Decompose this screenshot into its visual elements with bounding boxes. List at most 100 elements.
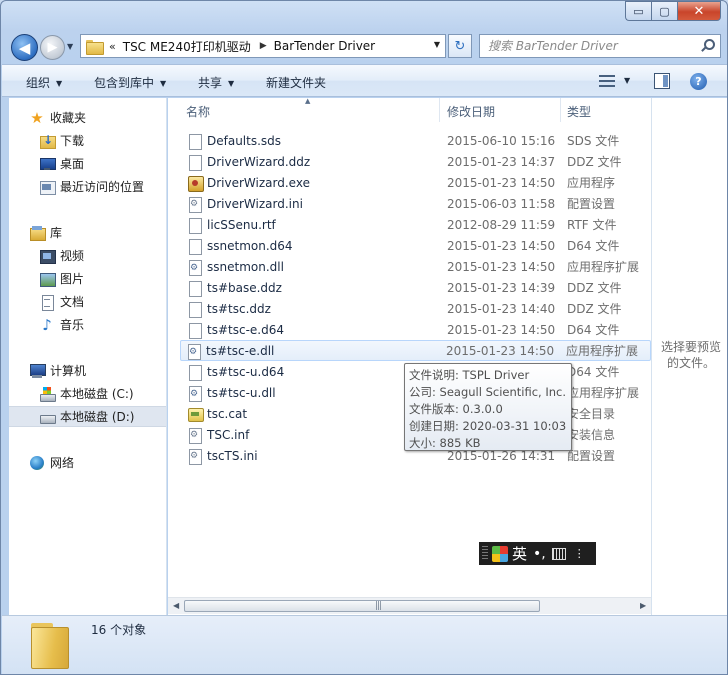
sidebar-item-music[interactable]: ♪ 音乐 xyxy=(9,314,166,335)
file-type: DDZ 文件 xyxy=(567,155,622,169)
file-ini-icon xyxy=(188,427,202,444)
chevron-down-icon: ▼ xyxy=(56,79,63,88)
file-type: 应用程序扩展 xyxy=(567,260,640,274)
folder-icon xyxy=(86,39,104,55)
file-list: Defaults.sds 2015-06-10 15:16 SDS 文件 Driver… xyxy=(168,122,651,597)
sidebar-item-favorites[interactable]: ★ 收藏夹 xyxy=(9,107,166,128)
address-dropdown-icon[interactable]: ▼ xyxy=(434,40,440,49)
folder-icon xyxy=(27,621,71,669)
file-type: RTF 文件 xyxy=(567,218,617,232)
scroll-right-icon[interactable]: ▶ xyxy=(640,601,646,610)
ime-options-icon[interactable]: ⋮ xyxy=(574,548,585,559)
recent-pages-dropdown[interactable]: ▼ xyxy=(67,42,73,51)
breadcrumb-overflow[interactable]: « xyxy=(109,40,116,53)
file-date: 2015-06-10 15:16 xyxy=(447,133,556,148)
file-row[interactable]: Defaults.sds 2015-06-10 15:16 SDS 文件 xyxy=(182,130,651,151)
item-count: 16 个对象 xyxy=(91,623,147,637)
file-row[interactable]: ts#base.ddz 2015-01-23 14:39 DDZ 文件 xyxy=(182,277,651,298)
include-in-library-button[interactable]: 包含到库中 ▼ xyxy=(94,74,166,91)
refresh-button[interactable]: ↻ xyxy=(448,34,472,58)
help-icon[interactable]: ? xyxy=(690,73,707,90)
file-name: ssnetmon.d64 xyxy=(207,238,293,253)
sidebar-item-computer[interactable]: 计算机 xyxy=(9,360,166,381)
column-header-type[interactable]: 类型 xyxy=(561,98,651,122)
view-dropdown-icon[interactable]: ▼ xyxy=(624,76,630,85)
file-date: 2015-01-23 14:40 xyxy=(447,301,556,316)
sidebar-item-videos[interactable]: 视频 xyxy=(9,245,166,266)
column-header-modified[interactable]: 修改日期 xyxy=(441,98,561,122)
scrollbar-thumb[interactable]: ||| xyxy=(184,600,540,612)
file-row[interactable]: DriverWizard.exe 2015-01-23 14:50 应用程序 xyxy=(182,172,651,193)
tooltip-version: 文件版本: 0.3.0.0 xyxy=(409,402,503,416)
maximize-button[interactable]: ▢ xyxy=(651,1,677,21)
tooltip-company: 公司: Seagull Scientific, Inc. xyxy=(409,385,567,399)
file-date: 2015-01-23 14:50 xyxy=(446,343,555,358)
file-date: 2015-01-23 14:50 xyxy=(447,322,556,337)
organize-button[interactable]: 组织 ▼ xyxy=(26,74,62,91)
file-row[interactable]: ts#tsc.ddz 2015-01-23 14:40 DDZ 文件 xyxy=(182,298,651,319)
breadcrumb-item[interactable]: TSC ME240打印机驱动 xyxy=(123,38,251,55)
horizontal-scrollbar[interactable]: ◀ ||| ▶ xyxy=(168,597,651,614)
sidebar-item-recent[interactable]: 最近访问的位置 xyxy=(9,176,166,197)
breadcrumb-item[interactable]: BarTender Driver xyxy=(274,39,375,53)
file-type: D64 文件 xyxy=(567,239,620,253)
file-row[interactable]: licSSenu.rtf 2012-08-29 11:59 RTF 文件 xyxy=(182,214,651,235)
file-row[interactable]: ts#tsc-e.dll 2015-01-23 14:50 应用程序扩展 xyxy=(180,340,651,361)
network-icon xyxy=(29,455,45,471)
sort-ascending-icon: ▲ xyxy=(305,97,311,105)
file-name: TSC.inf xyxy=(207,427,250,442)
preview-pane-icon[interactable] xyxy=(654,73,670,89)
file-name: tsc.cat xyxy=(207,406,248,421)
file-cat-icon xyxy=(188,406,204,422)
search-box[interactable] xyxy=(479,34,721,58)
file-name: Defaults.sds xyxy=(207,133,282,148)
view-options-icon[interactable] xyxy=(599,74,615,88)
scroll-left-icon[interactable]: ◀ xyxy=(173,601,179,610)
file-plain-icon xyxy=(188,301,202,318)
file-row[interactable]: DriverWizard.ddz 2015-01-23 14:37 DDZ 文件 xyxy=(182,151,651,172)
sidebar-item-desktop[interactable]: 桌面 xyxy=(9,153,166,174)
ime-logo-icon[interactable] xyxy=(492,545,508,562)
file-plain-icon xyxy=(188,322,202,339)
address-bar[interactable]: « TSC ME240打印机驱动 ▶ BarTender Driver ▼ xyxy=(80,34,446,58)
forward-button[interactable]: ▶ xyxy=(40,35,65,60)
sidebar-item-documents[interactable]: 文档 xyxy=(9,291,166,312)
desktop-icon xyxy=(39,156,56,172)
chevron-down-icon: ▼ xyxy=(160,79,167,88)
minimize-button[interactable]: ▭ xyxy=(625,1,651,21)
sidebar-item-drive-c[interactable]: 本地磁盘 (C:) xyxy=(9,383,166,404)
grip-icon: ||| xyxy=(375,601,382,611)
file-plain-icon xyxy=(188,217,202,234)
punctuation-toggle[interactable]: •, xyxy=(533,546,546,562)
search-input[interactable] xyxy=(480,35,690,57)
file-plain-icon xyxy=(188,133,202,150)
breadcrumb-separator-icon[interactable]: ▶ xyxy=(260,41,267,51)
file-row[interactable]: DriverWizard.ini 2015-06-03 11:58 配置设置 xyxy=(182,193,651,214)
sidebar-item-libraries[interactable]: 库 xyxy=(9,222,166,243)
sidebar-item-pictures[interactable]: 图片 xyxy=(9,268,166,289)
file-name: ts#tsc-e.d64 xyxy=(207,322,284,337)
file-name: ts#tsc-e.dll xyxy=(206,343,275,358)
close-button[interactable]: ✕ xyxy=(677,1,721,21)
new-folder-button[interactable]: 新建文件夹 xyxy=(266,74,326,91)
search-icon[interactable] xyxy=(701,39,715,51)
keyboard-icon[interactable] xyxy=(551,547,566,560)
file-row[interactable]: ssnetmon.d64 2015-01-23 14:50 D64 文件 xyxy=(182,235,651,256)
video-icon xyxy=(39,248,56,264)
sidebar-item-downloads[interactable]: 下载 xyxy=(9,130,166,151)
file-name: ts#tsc-u.dll xyxy=(207,385,276,400)
back-button[interactable]: ◀ xyxy=(11,34,38,61)
tooltip-description: 文件说明: TSPL Driver xyxy=(409,368,530,382)
sidebar-item-network[interactable]: 网络 xyxy=(9,452,166,473)
sidebar-item-drive-d[interactable]: 本地磁盘 (D:) xyxy=(9,406,166,427)
file-row[interactable]: ssnetmon.dll 2015-01-23 14:50 应用程序扩展 xyxy=(182,256,651,277)
file-name: DriverWizard.ini xyxy=(207,196,303,211)
file-type: SDS 文件 xyxy=(567,134,620,148)
ime-language-toggle[interactable]: 英 xyxy=(512,543,527,564)
computer-icon xyxy=(29,363,46,379)
drag-handle-icon[interactable] xyxy=(482,546,488,561)
ime-toolbar[interactable]: 英 •, ⋮ xyxy=(479,542,596,565)
file-info-tooltip: 文件说明: TSPL Driver 公司: Seagull Scientific… xyxy=(404,363,572,451)
file-row[interactable]: ts#tsc-e.d64 2015-01-23 14:50 D64 文件 xyxy=(182,319,651,340)
share-button[interactable]: 共享 ▼ xyxy=(198,74,234,91)
